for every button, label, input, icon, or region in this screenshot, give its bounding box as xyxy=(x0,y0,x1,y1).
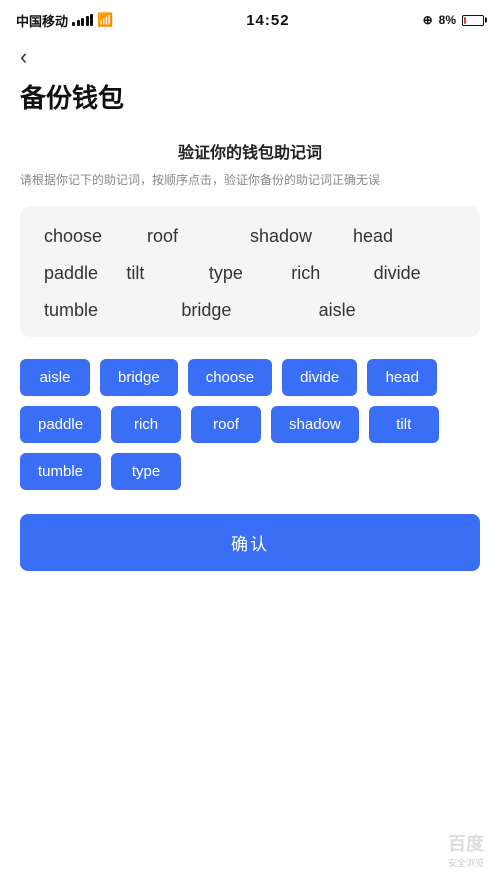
chip-head[interactable]: head xyxy=(367,359,437,396)
chip-tumble[interactable]: tumble xyxy=(20,453,101,490)
chip-bridge[interactable]: bridge xyxy=(100,359,178,396)
word-divide: divide xyxy=(374,263,456,284)
word-shadow: shadow xyxy=(250,226,353,247)
section-subtitle: 请根据你记下的助记词，按顺序点击，验证你备份的助记词正确无误 xyxy=(20,171,480,190)
word-row-3: tumble bridge aisle xyxy=(44,300,456,321)
status-right: ⊕ 8% xyxy=(423,13,484,27)
word-rich: rich xyxy=(291,263,373,284)
word-bridge: bridge xyxy=(181,300,318,321)
word-row-1: choose roof shadow head xyxy=(44,226,456,247)
watermark: 百度 安全浏览 xyxy=(448,830,484,869)
battery-percent: 8% xyxy=(439,13,456,27)
confirm-button[interactable]: 确认 xyxy=(20,514,480,571)
chip-aisle[interactable]: aisle xyxy=(20,359,90,396)
signal-icon xyxy=(72,14,93,26)
back-button[interactable]: ‹ xyxy=(20,36,480,74)
word-paddle: paddle xyxy=(44,263,126,284)
word-aisle: aisle xyxy=(319,300,456,321)
carrier-label: 中国移动 xyxy=(16,11,68,30)
chip-divide[interactable]: divide xyxy=(282,359,357,396)
status-bar: 中国移动 📶 14:52 ⊕ 8% xyxy=(0,0,500,36)
page-content: ‹ 备份钱包 验证你的钱包助记词 请根据你记下的助记词，按顺序点击，验证你备份的… xyxy=(0,36,500,571)
word-roof: roof xyxy=(147,226,250,247)
chip-shadow[interactable]: shadow xyxy=(271,406,359,443)
word-grid-box: choose roof shadow head paddle tilt type… xyxy=(20,206,480,337)
chip-choose[interactable]: choose xyxy=(188,359,272,396)
word-row-2: paddle tilt type rich divide xyxy=(44,263,456,284)
chip-rich[interactable]: rich xyxy=(111,406,181,443)
chip-tilt[interactable]: tilt xyxy=(369,406,439,443)
word-tilt: tilt xyxy=(126,263,208,284)
word-head: head xyxy=(353,226,456,247)
status-time: 14:52 xyxy=(246,12,289,29)
page-title: 备份钱包 xyxy=(20,78,480,115)
chip-roof[interactable]: roof xyxy=(191,406,261,443)
chips-area: aisle bridge choose divide head paddle r… xyxy=(20,359,480,490)
status-left: 中国移动 📶 xyxy=(16,11,113,30)
back-chevron-icon: ‹ xyxy=(20,46,27,68)
chip-type[interactable]: type xyxy=(111,453,181,490)
word-tumble: tumble xyxy=(44,300,181,321)
chip-paddle[interactable]: paddle xyxy=(20,406,101,443)
wifi-icon: 📶 xyxy=(97,12,113,28)
battery-circle-icon: ⊕ xyxy=(423,13,433,27)
section-title: 验证你的钱包助记词 xyxy=(20,139,480,163)
battery-icon xyxy=(462,15,484,26)
word-choose: choose xyxy=(44,226,147,247)
word-type: type xyxy=(209,263,291,284)
